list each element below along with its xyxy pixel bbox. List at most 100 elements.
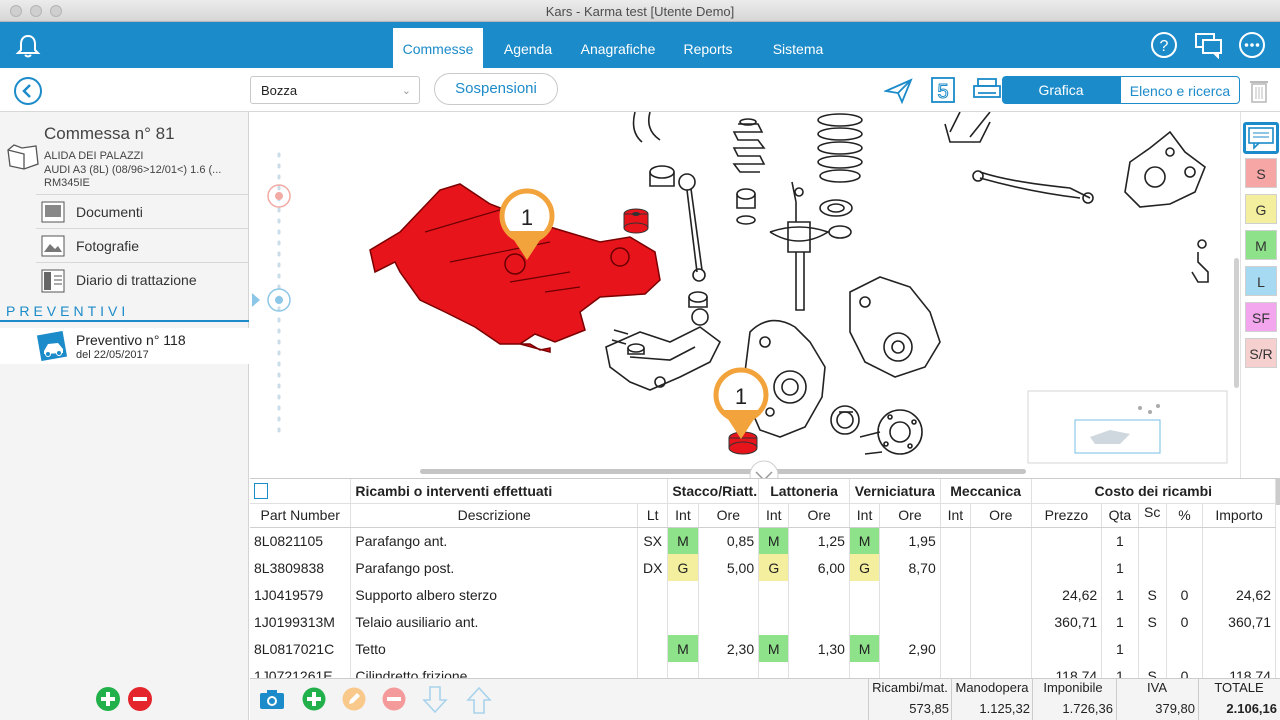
category-s-button[interactable]: S <box>1245 158 1277 188</box>
tab-reports[interactable]: Reports <box>670 28 746 68</box>
table-cell <box>879 662 941 678</box>
table-row[interactable]: 8L0821105 Parafango ant. SX M 0,85 M 1,25 M 1,95… <box>250 527 1276 554</box>
category-g-button[interactable]: G <box>1245 194 1277 224</box>
add-button[interactable] <box>96 687 120 711</box>
table-cell: DX <box>637 554 669 581</box>
sidebar-item-label: Diario di trattazione <box>76 272 197 288</box>
suspensions-button[interactable]: Sospensioni <box>434 73 558 105</box>
column-header: Prezzo <box>1031 503 1103 528</box>
table-cell <box>940 581 972 608</box>
table-cell <box>758 581 790 608</box>
timeline-node-dot <box>275 192 283 200</box>
parts-diagram[interactable]: 1 1 <box>250 112 1240 478</box>
view-graphic-toggle[interactable]: Grafica <box>1002 76 1120 104</box>
folder-icon <box>7 144 39 170</box>
more-options-icon[interactable] <box>1238 31 1266 59</box>
counter-badge-icon[interactable]: 5 <box>930 76 956 104</box>
notes-button[interactable] <box>1243 122 1279 154</box>
table-cell <box>788 662 850 678</box>
table-row[interactable]: 1J0721261E Cilindretto frizione 118,74 1 S 0 1… <box>250 662 1276 678</box>
category-sr-button[interactable]: S/R <box>1245 338 1277 368</box>
back-button[interactable] <box>14 77 42 105</box>
window-title: Kars - Karma test [Utente Demo] <box>545 4 735 19</box>
category-sf-button[interactable]: SF <box>1245 302 1277 332</box>
table-cell: SX <box>637 527 669 554</box>
tab-commesse[interactable]: Commesse <box>393 28 483 68</box>
minimap[interactable] <box>1027 390 1228 464</box>
part-marker[interactable]: 1 <box>713 367 769 439</box>
table-row[interactable]: 8L3809838 Parafango post. DX G 5,00 G 6,00 G 8,7… <box>250 554 1276 581</box>
tab-agenda[interactable]: Agenda <box>490 28 566 68</box>
sidebar-item-quote[interactable]: Preventivo n° 118 del 22/05/2017 <box>0 328 249 364</box>
category-label: S <box>1256 166 1266 182</box>
trash-icon[interactable] <box>1248 77 1270 105</box>
help-icon[interactable]: ? <box>1150 31 1178 59</box>
table-cell <box>698 608 760 635</box>
bell-icon[interactable] <box>14 32 42 60</box>
table-cell <box>940 635 972 662</box>
table-cell <box>637 662 669 678</box>
table-cell <box>667 662 699 678</box>
table-cell: 1 <box>1101 608 1139 635</box>
diagram-horizontal-scrollbar[interactable] <box>420 469 1026 474</box>
table-cell <box>970 554 1032 581</box>
bushing-part[interactable] <box>623 208 649 234</box>
move-up-icon[interactable] <box>466 685 492 715</box>
table-cell <box>849 662 881 678</box>
table-row[interactable]: 1J0199313M Telaio ausiliario ant. 360,71 1 S… <box>250 608 1276 635</box>
column-header: Int <box>667 503 699 528</box>
totals-value-vat: 379,80 <box>1155 701 1195 716</box>
table-cell: 0 <box>1166 581 1204 608</box>
table-row[interactable]: 1J0419579 Supporto albero sterzo 24,62 1 S 0 2… <box>250 581 1276 608</box>
customer-name: ALIDA DEI PALAZZI <box>44 150 144 162</box>
table-cell: 1 <box>1101 635 1139 662</box>
camera-icon[interactable] <box>258 687 286 711</box>
table-cell: M <box>849 527 881 554</box>
table-cell <box>758 608 790 635</box>
table-cell: Cilindretto frizione <box>350 662 639 678</box>
table-cell <box>758 662 790 678</box>
table-cell <box>788 581 850 608</box>
category-m-button[interactable]: M <box>1245 230 1277 260</box>
table-vertical-scrollbar[interactable] <box>1276 479 1280 505</box>
group-header: Verniciatura <box>849 479 941 504</box>
move-down-icon[interactable] <box>422 685 448 715</box>
table-cell <box>879 581 941 608</box>
tab-anagrafiche[interactable]: Anagrafiche <box>572 28 664 68</box>
table-row[interactable]: 8L0817021C Tetto M 2,30 M 1,30 M 2,90 1 <box>250 635 1276 662</box>
totals-value-total: 2.106,16 <box>1226 701 1277 716</box>
collapse-handle[interactable] <box>749 460 779 478</box>
table-cell <box>1166 527 1204 554</box>
sidebar-item-fotografie[interactable]: Fotografie <box>36 228 248 262</box>
tab-sistema[interactable]: Sistema <box>758 28 838 68</box>
chat-icon[interactable] <box>1194 31 1224 59</box>
category-label: G <box>1255 202 1267 218</box>
sidebar: Commessa n° 81 ALIDA DEI PALAZZI AUDI A3… <box>0 112 249 720</box>
select-all-cell[interactable] <box>250 479 352 504</box>
table-cell <box>849 581 881 608</box>
delete-row-icon[interactable] <box>382 687 406 711</box>
printer-icon[interactable] <box>972 76 1002 104</box>
view-list-toggle[interactable]: Elenco e ricerca <box>1120 76 1240 104</box>
table-cell: 1J0419579 <box>250 581 352 608</box>
category-l-button[interactable]: L <box>1245 266 1277 296</box>
category-label: M <box>1255 238 1267 254</box>
footer-bar: Ricambi/mat. 573,85 Manodopera 1.125,32 … <box>250 678 1280 720</box>
sidebar-item-documenti[interactable]: Documenti <box>36 194 248 228</box>
remove-button[interactable] <box>128 687 152 711</box>
sidebar-item-diario[interactable]: Diario di trattazione <box>36 262 248 296</box>
diagram-vertical-scrollbar[interactable] <box>1234 258 1239 388</box>
add-row-icon[interactable] <box>302 687 326 711</box>
select-all-checkbox[interactable] <box>254 483 268 500</box>
table-cell: S <box>1138 662 1167 678</box>
table-cell: Parafango post. <box>350 554 639 581</box>
marker-label: 1 <box>521 205 533 230</box>
table-cell <box>1202 635 1276 662</box>
table-cell <box>667 608 699 635</box>
status-select[interactable]: Bozza ⌄ <box>250 76 420 104</box>
send-icon[interactable] <box>884 78 914 104</box>
table-cell: 0 <box>1166 662 1204 678</box>
table-body: 8L0821105 Parafango ant. SX M 0,85 M 1,25 M 1,95… <box>250 527 1276 678</box>
column-header: Qta <box>1101 503 1139 528</box>
edit-pencil-icon[interactable] <box>342 687 366 711</box>
